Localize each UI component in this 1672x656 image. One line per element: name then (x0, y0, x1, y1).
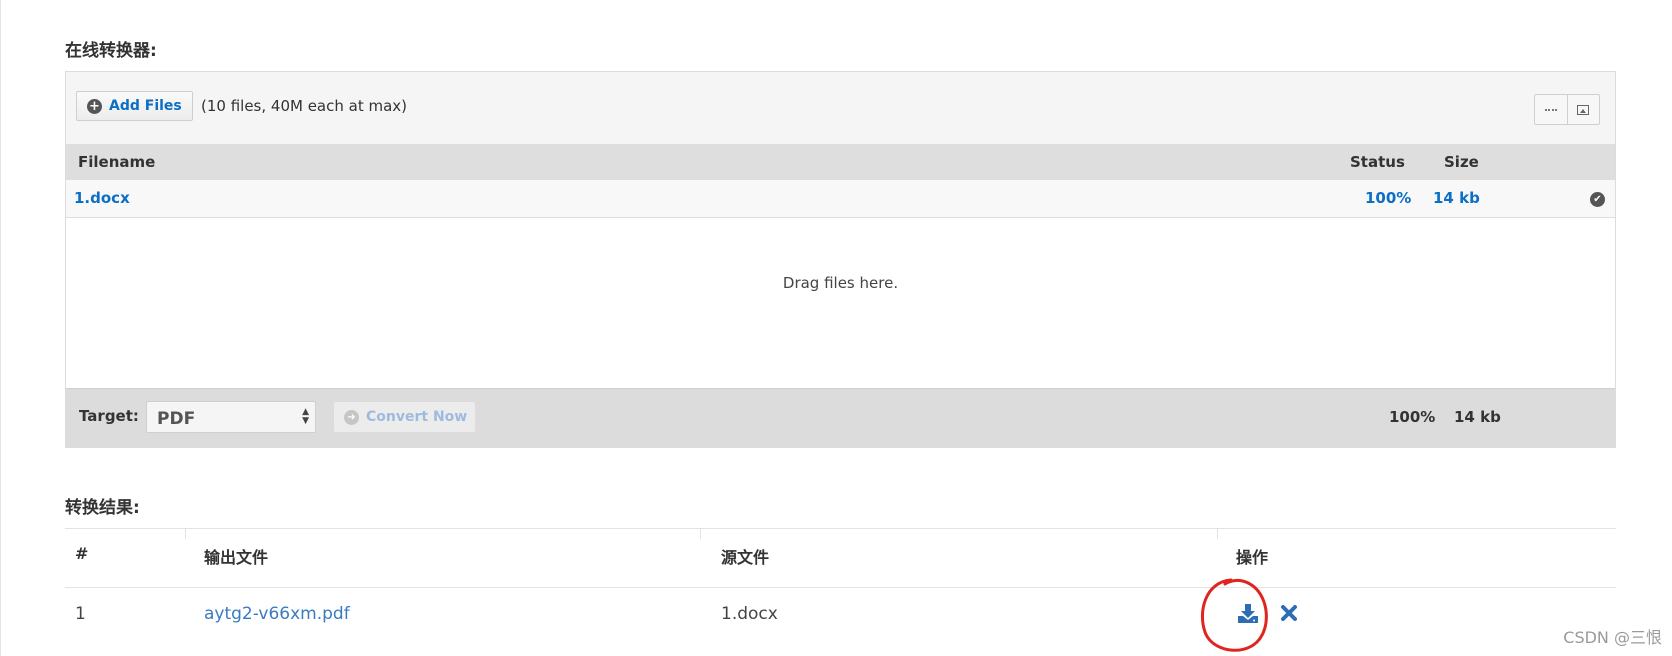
upload-limit-text: (10 files, 40M each at max) (201, 97, 408, 115)
row-index: 1 (75, 604, 86, 624)
size-column-header: Size (1444, 153, 1479, 171)
results-section-title: 转换结果: (65, 498, 140, 518)
watermark: CSDN @三恨 (1563, 628, 1662, 647)
thumbnail-view-icon (1577, 104, 1590, 115)
filename-column-header: Filename (78, 153, 156, 171)
file-status: 100% (1365, 189, 1412, 207)
column-divider (700, 529, 701, 539)
output-file-link[interactable]: aytg2-v66xm.pdf (204, 604, 350, 624)
status-column-header: Status (1350, 153, 1405, 171)
page-left-border (0, 0, 1, 656)
table-row: 1 aytg2-v66xm.pdf 1.docx (65, 586, 1616, 656)
select-arrows-icon: ▲ ▼ (302, 407, 309, 426)
total-size: 14 kb (1454, 408, 1501, 426)
thumbnail-view-button[interactable] (1566, 95, 1600, 124)
converter-section-title: 在线转换器: (65, 41, 157, 61)
column-divider (185, 529, 186, 539)
output-file-column-header: 输出文件 (204, 548, 269, 567)
delete-icon[interactable] (1280, 604, 1298, 622)
column-divider (1217, 529, 1218, 539)
source-file-name: 1.docx (721, 604, 778, 624)
results-table-header: # 输出文件 源文件 操作 (65, 528, 1616, 588)
convert-now-button[interactable]: ➜ Convert Now (334, 402, 475, 432)
list-view-icon (1544, 108, 1557, 111)
file-name: 1.docx (74, 189, 130, 207)
arrow-circle-icon: ➜ (344, 409, 359, 425)
target-format-select[interactable]: PDF ▲ ▼ (146, 401, 316, 433)
source-file-column-header: 源文件 (721, 548, 770, 567)
download-icon[interactable] (1237, 604, 1259, 624)
add-files-label: Add Files (109, 98, 182, 114)
drop-zone[interactable]: Drag files here. (66, 218, 1615, 388)
drop-zone-text: Drag files here. (782, 274, 899, 292)
uploader-footer: Target: PDF ▲ ▼ ➜ Convert Now 100% 14 kb (66, 388, 1615, 447)
list-view-button[interactable] (1535, 95, 1567, 124)
file-uploader: + Add Files (10 files, 40M each at max) … (65, 71, 1616, 448)
view-toggle (1534, 94, 1600, 125)
index-column-header: # (75, 544, 89, 563)
file-list-row[interactable]: 1.docx 100% 14 kb ✔ (66, 180, 1615, 218)
uploader-header: + Add Files (10 files, 40M each at max) (66, 72, 1615, 145)
plus-circle-icon: + (87, 98, 102, 114)
add-files-button[interactable]: + Add Files (76, 91, 193, 121)
target-label: Target: (79, 407, 139, 425)
target-format-value: PDF (157, 409, 196, 429)
check-circle-icon: ✔ (1590, 192, 1605, 207)
actions-column-header: 操作 (1236, 548, 1269, 567)
total-status: 100% (1389, 408, 1436, 426)
file-list-header: Filename Status Size (66, 144, 1615, 181)
file-size: 14 kb (1433, 189, 1480, 207)
convert-now-label: Convert Now (366, 409, 468, 425)
